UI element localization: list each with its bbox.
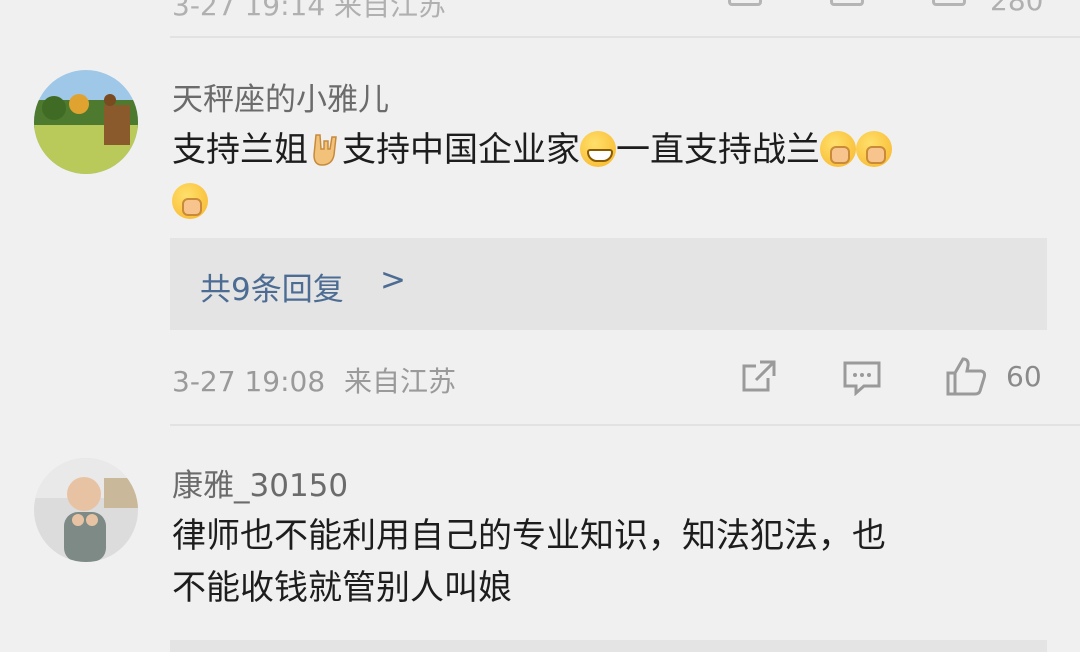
comment-time: 3-27 19:08: [172, 365, 326, 398]
comment-text-line: 不能收钱就管别人叫娘: [172, 568, 512, 608]
chevron-right-icon: >: [380, 262, 406, 298]
blush-emoji-icon: [172, 183, 208, 219]
comment-text-segment: 支持中国企业家: [342, 130, 580, 170]
comment-text-segment: 支持兰姐: [172, 130, 308, 170]
previous-like-count: 280: [990, 0, 1044, 17]
divider: [170, 424, 1080, 426]
comment-username[interactable]: 康雅_30150: [172, 460, 348, 505]
comment-username[interactable]: 天秤座的小雅儿: [172, 74, 389, 119]
avatar[interactable]: [34, 70, 138, 174]
grin-emoji-icon: [580, 131, 616, 167]
blush-emoji-icon: [856, 131, 892, 167]
share-icon[interactable]: [740, 358, 778, 400]
view-replies-button[interactable]: 共9条回复 >: [170, 238, 1047, 330]
comment-icon[interactable]: [842, 360, 882, 400]
like-icon[interactable]: [932, 0, 966, 6]
previous-comment-footer: 3-27 19:14 来自江苏 280: [0, 0, 1080, 22]
reply-box-partial[interactable]: [170, 640, 1047, 652]
replies-count-label: 共9条回复: [200, 272, 344, 308]
comment-location: 来自江苏: [344, 365, 457, 398]
comment-text-segment: 一直支持战兰: [616, 130, 820, 170]
share-icon[interactable]: [728, 0, 762, 6]
rock-hand-icon: [308, 130, 342, 166]
like-icon[interactable]: [944, 356, 988, 400]
like-count: 60: [1006, 360, 1042, 393]
comment-meta: 3-27 19:08 来自江苏: [172, 360, 456, 400]
blush-emoji-icon: [820, 131, 856, 167]
avatar[interactable]: [34, 458, 138, 562]
comment-icon[interactable]: [830, 0, 864, 6]
comment-text: 支持兰姐 支持中国企业家 一直支持战兰: [172, 124, 1032, 228]
comment-text: 律师也不能利用自己的专业知识，知法犯法，也 不能收钱就管别人叫娘: [172, 510, 1032, 614]
previous-comment-meta: 3-27 19:14 来自江苏: [172, 0, 447, 22]
comment-text-line: 律师也不能利用自己的专业知识，知法犯法，也: [172, 516, 886, 556]
divider: [170, 36, 1080, 38]
